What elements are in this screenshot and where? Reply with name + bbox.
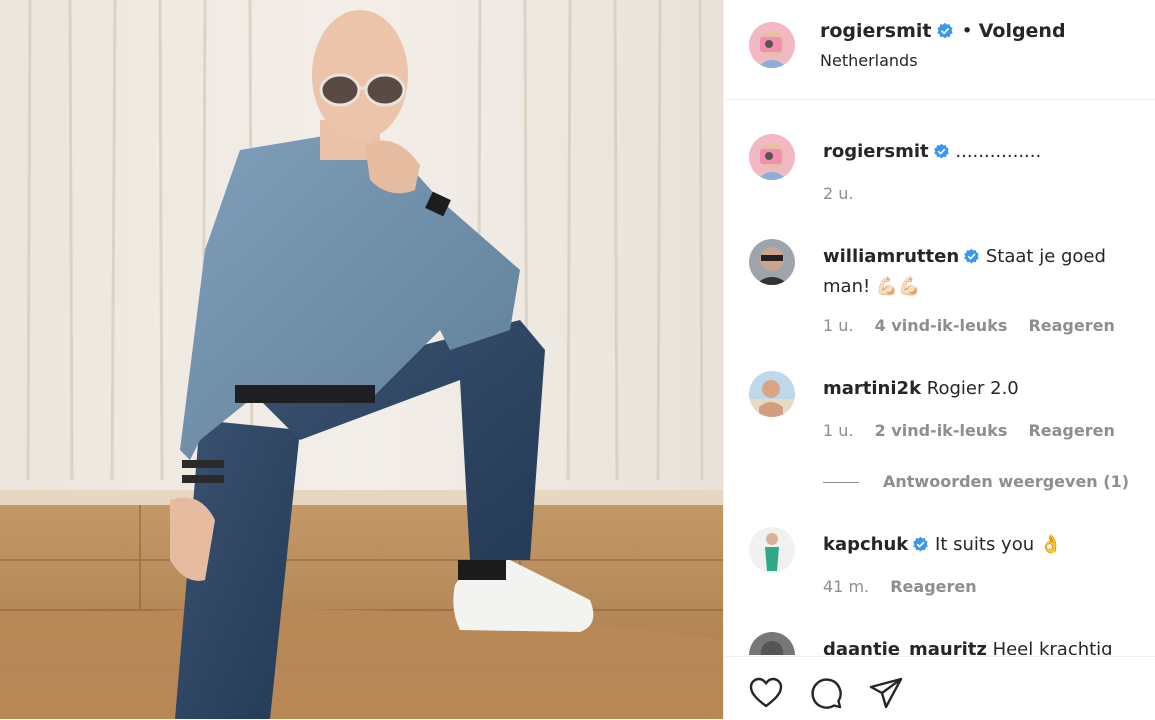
post-photo[interactable]	[0, 0, 723, 719]
comment-time[interactable]: 1 u.	[823, 421, 854, 440]
comment-username[interactable]: martini2k	[823, 378, 921, 399]
comments-list[interactable]: rogiersmit ............... 2 u. williamr…	[724, 100, 1155, 655]
verified-badge-icon	[963, 246, 980, 273]
like-button[interactable]	[748, 675, 784, 715]
avatar-image	[749, 239, 795, 285]
comment-text: Rogier 2.0	[926, 378, 1019, 399]
comment-meta: 1 u. 2 vind-ik-leuks Reageren	[823, 421, 1131, 440]
author-line: rogiersmit • Volgend	[820, 20, 1066, 45]
view-replies-button[interactable]: Antwoorden weergeven (1)	[823, 472, 1129, 491]
replies-divider	[823, 482, 859, 483]
comment-body: daantje_mauritz Heel krachtig	[823, 636, 1133, 655]
comment-body: kapchuk It suits you 👌	[823, 531, 1133, 561]
comment-icon	[811, 678, 842, 709]
verified-badge-icon	[912, 534, 929, 561]
comment-meta: 1 u. 4 vind-ik-leuks Reageren	[823, 316, 1131, 335]
heart-icon	[749, 677, 783, 708]
avatar-image	[749, 527, 795, 573]
avatar-image	[749, 22, 795, 68]
commenter-avatar[interactable]	[749, 527, 795, 573]
location-link[interactable]: Netherlands	[820, 51, 918, 70]
comment-likes[interactable]: 4 vind-ik-leuks	[875, 316, 1008, 335]
comment-time[interactable]: 41 m.	[823, 577, 869, 596]
reply-button[interactable]: Reageren	[890, 577, 976, 596]
avatar-image	[749, 371, 795, 417]
comment-button[interactable]	[808, 675, 844, 715]
share-icon	[869, 677, 903, 709]
comment-text: ...............	[955, 141, 1042, 162]
reply-button[interactable]: Reageren	[1028, 421, 1114, 440]
comment-text: Heel krachtig	[992, 639, 1113, 655]
comment-meta: 41 m. Reageren	[823, 577, 993, 596]
comment-username[interactable]: rogiersmit	[823, 141, 929, 162]
commenter-avatar[interactable]	[749, 134, 795, 180]
author-avatar[interactable]	[749, 22, 795, 68]
share-button[interactable]	[868, 675, 904, 715]
comment-username[interactable]: williamrutten	[823, 246, 959, 267]
verified-badge-icon	[933, 141, 950, 168]
comment-meta: 2 u.	[823, 184, 870, 203]
commenter-avatar[interactable]	[749, 239, 795, 285]
comment-likes[interactable]: 2 vind-ik-leuks	[875, 421, 1008, 440]
post-actions	[724, 656, 1155, 720]
avatar-image	[749, 632, 795, 655]
reply-button[interactable]: Reageren	[1028, 316, 1114, 335]
comment-time[interactable]: 2 u.	[823, 184, 854, 203]
author-username[interactable]: rogiersmit	[820, 20, 932, 42]
view-replies-label[interactable]: Antwoorden weergeven (1)	[883, 472, 1129, 491]
comment-body: williamrutten Staat je goed man! 💪🏻💪🏻	[823, 243, 1133, 300]
commenter-avatar[interactable]	[749, 371, 795, 417]
comment-time[interactable]: 1 u.	[823, 316, 854, 335]
post-sidebar: rogiersmit • Volgend Netherlands rogiers…	[723, 0, 1155, 719]
following-button[interactable]: Volgend	[979, 20, 1066, 42]
comment-text: It suits you 👌	[935, 534, 1063, 555]
separator-dot: •	[961, 20, 973, 42]
comment-body: rogiersmit ...............	[823, 138, 1133, 168]
post-header: rogiersmit • Volgend Netherlands	[724, 0, 1155, 100]
instagram-post: rogiersmit • Volgend Netherlands rogiers…	[0, 0, 1155, 719]
verified-badge-icon	[936, 22, 954, 45]
comment-username[interactable]: daantje_mauritz	[823, 639, 987, 655]
avatar-image	[749, 134, 795, 180]
comment-body: martini2k Rogier 2.0	[823, 375, 1133, 402]
post-image	[0, 0, 723, 719]
comment-username[interactable]: kapchuk	[823, 534, 908, 555]
commenter-avatar[interactable]	[749, 632, 795, 655]
